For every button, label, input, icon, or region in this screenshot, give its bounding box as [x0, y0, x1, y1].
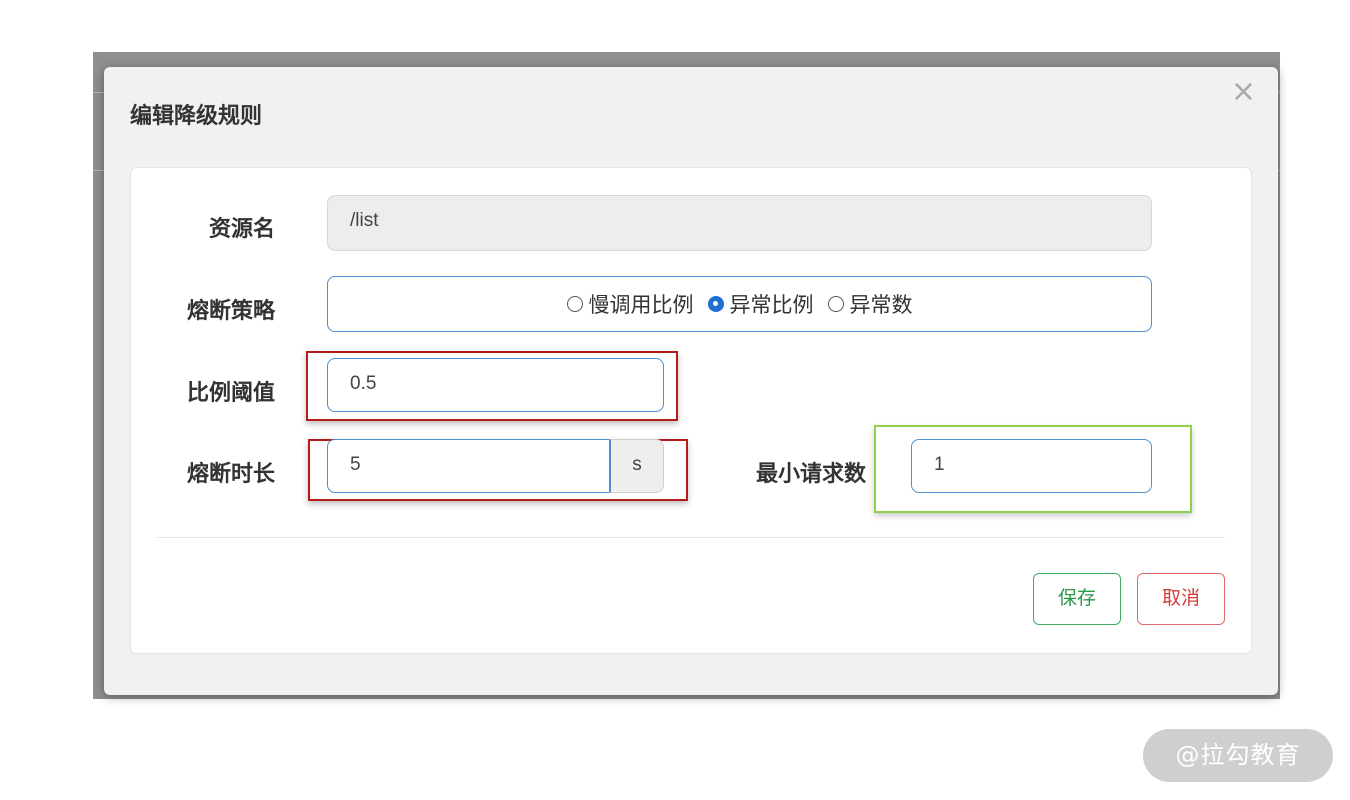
- radio-label: 异常数: [849, 293, 913, 317]
- radio-exception-ratio[interactable]: 异常比例: [707, 289, 814, 319]
- cancel-button[interactable]: 取消: [1137, 573, 1225, 625]
- form-divider: [157, 537, 1225, 538]
- edit-degrade-rule-dialog: × 编辑降级规则 资源名 /list 熔断策略 慢调用比例 异常比例 异常数 比…: [104, 67, 1278, 695]
- min-requests-label: 最小请求数: [755, 462, 866, 487]
- resource-name-input: /list: [327, 195, 1152, 251]
- radio-unchecked-icon: [827, 296, 844, 312]
- breaker-strategy-label: 熔断策略: [186, 299, 275, 324]
- ratio-threshold-input[interactable]: 0.5: [327, 358, 664, 412]
- watermark-badge: @拉勾教育: [1143, 729, 1333, 782]
- resource-name-label: 资源名: [208, 217, 275, 242]
- radio-label: 慢调用比例: [588, 293, 694, 317]
- radio-checked-icon: [707, 296, 724, 312]
- radio-label: 异常比例: [729, 293, 814, 317]
- dialog-title: 编辑降级规则: [130, 104, 263, 129]
- break-duration-input-group: 5 s: [327, 439, 664, 493]
- breaker-strategy-radio-group: 慢调用比例 异常比例 异常数: [327, 276, 1152, 332]
- break-duration-label: 熔断时长: [186, 462, 275, 487]
- close-icon[interactable]: ×: [1231, 77, 1256, 107]
- break-duration-input[interactable]: 5: [327, 439, 609, 493]
- ratio-threshold-label: 比例阈值: [186, 381, 275, 406]
- form-panel: 资源名 /list 熔断策略 慢调用比例 异常比例 异常数 比例阈值 0.5 熔…: [130, 167, 1252, 654]
- radio-slow-call-ratio[interactable]: 慢调用比例: [566, 289, 694, 319]
- min-requests-input[interactable]: 1: [911, 439, 1152, 493]
- save-button[interactable]: 保存: [1033, 573, 1121, 625]
- radio-exception-count[interactable]: 异常数: [827, 289, 913, 319]
- radio-unchecked-icon: [566, 296, 583, 312]
- unit-seconds-addon: s: [609, 439, 664, 493]
